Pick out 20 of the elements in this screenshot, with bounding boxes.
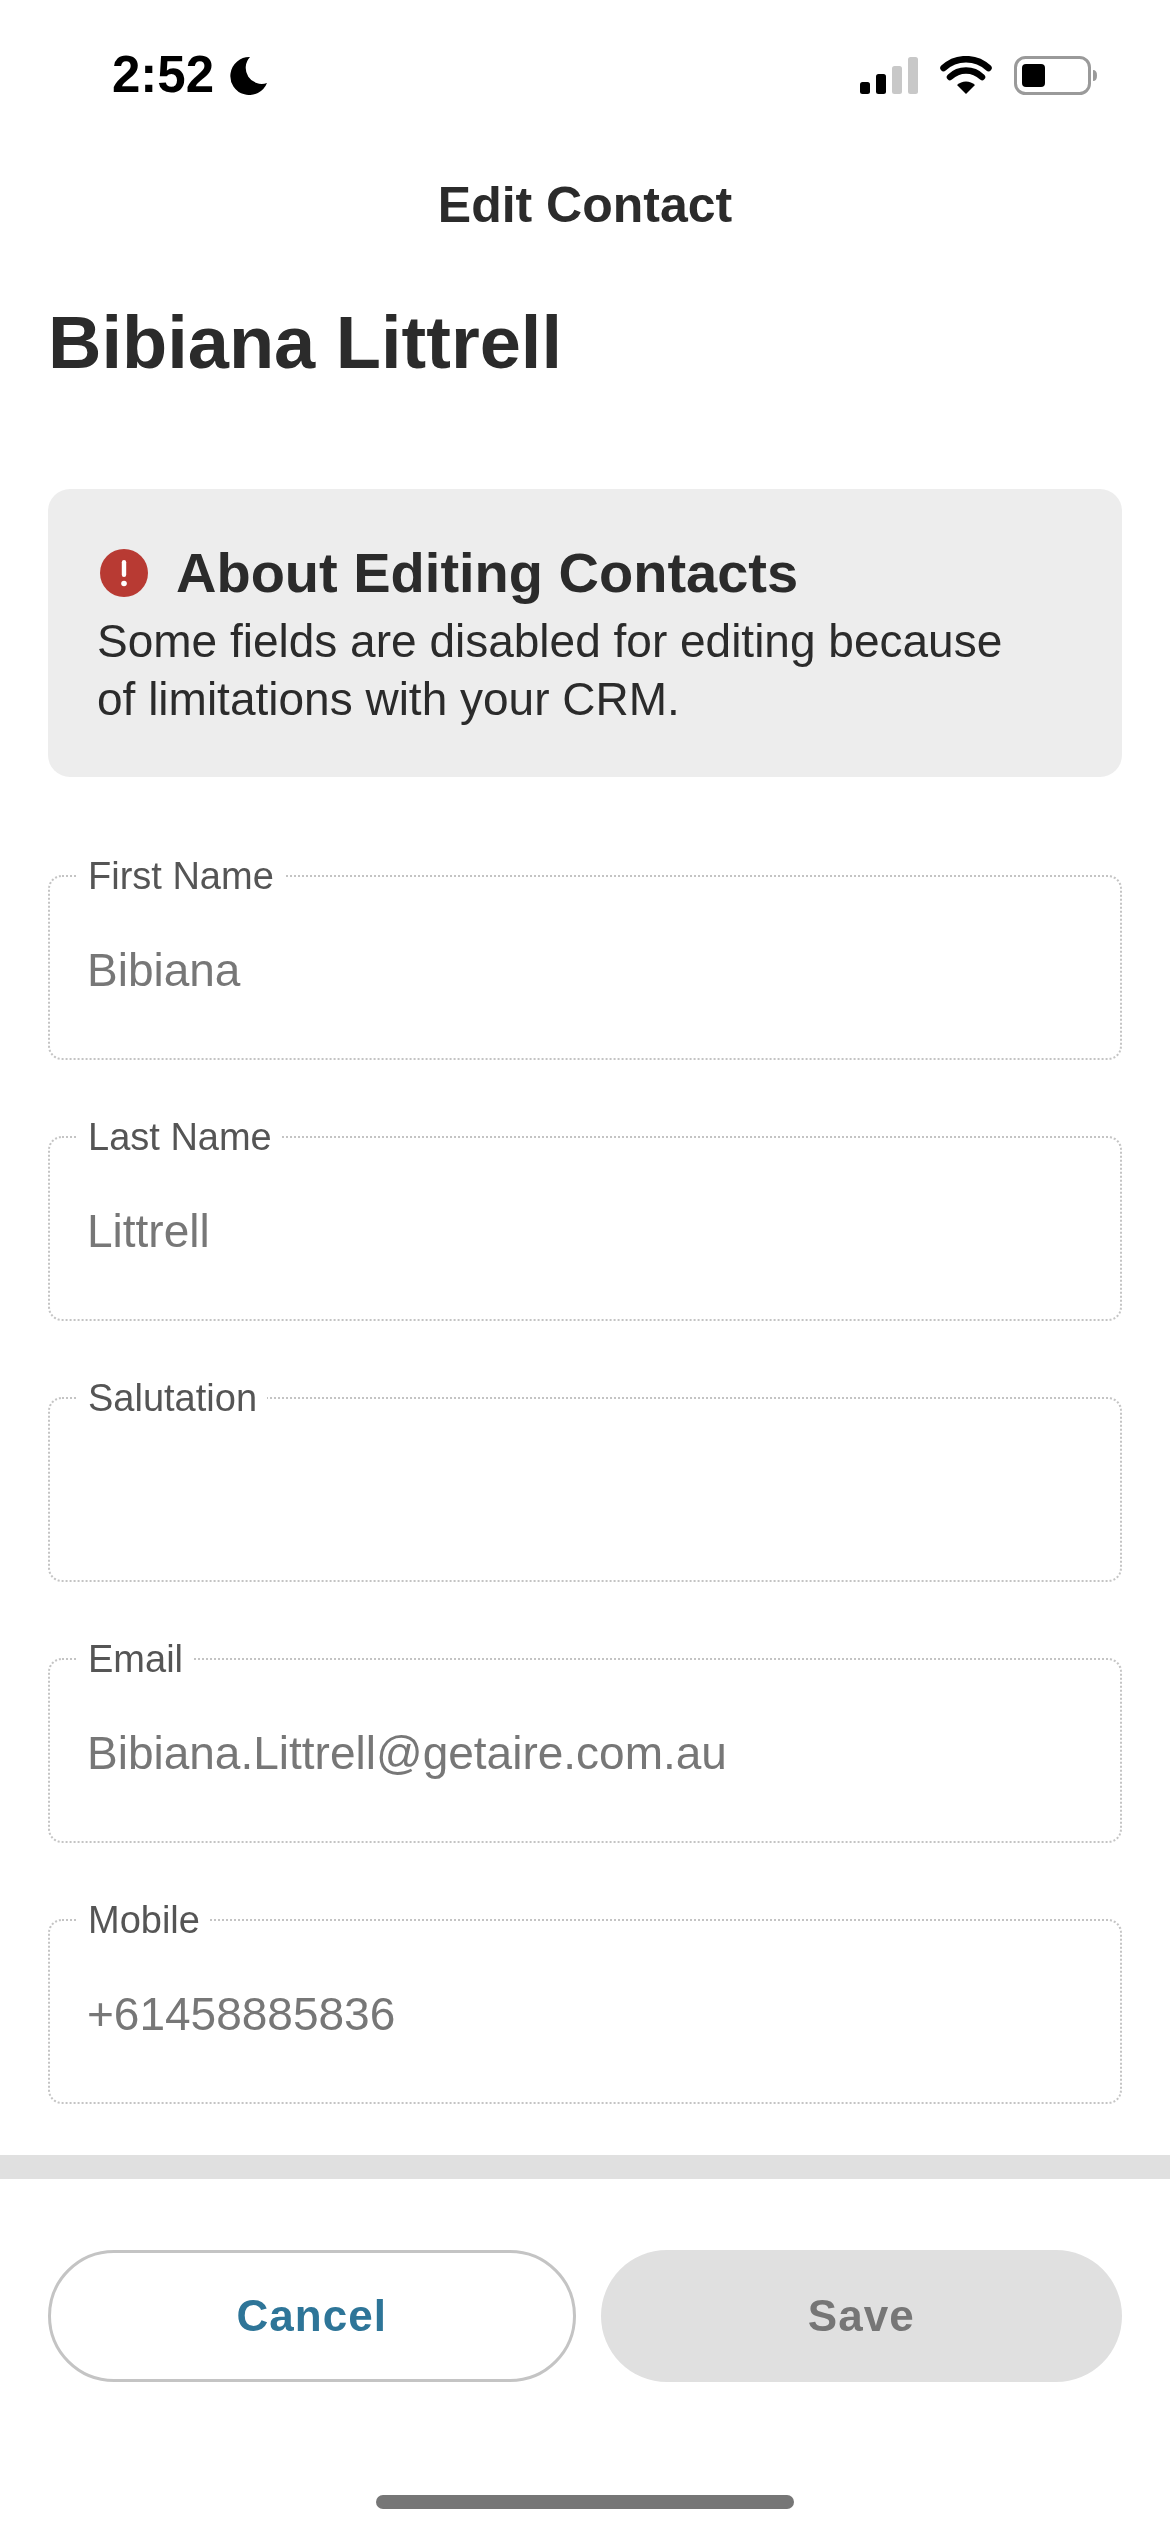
screen-title: Edit Contact [437, 176, 733, 235]
moon-icon [228, 55, 269, 95]
notice-title: About Editing Contacts [176, 540, 799, 606]
field-label: Last Name [87, 1117, 273, 1157]
battery-icon [1014, 55, 1097, 95]
cancel-button[interactable]: Cancel [48, 2250, 576, 2382]
field-value: +61458885836 [87, 1987, 397, 2042]
field-value: Bibiana.Littrell@getaire.com.au [87, 1726, 728, 1781]
notice-text: Some fields are disabled for editing because of limitations with your CRM. [97, 614, 1004, 727]
contact-name: Bibiana Littrell [48, 301, 563, 385]
alert-icon [100, 549, 148, 597]
field-label: First Name [87, 856, 275, 896]
field-label: Mobile [87, 1900, 201, 1940]
status-time: 2:52 [112, 47, 215, 103]
wifi-icon [940, 56, 992, 94]
field-value: Bibiana [87, 943, 242, 998]
field-value: Littrell [87, 1204, 211, 1259]
field-label: Salutation [87, 1378, 258, 1418]
signal-icon [860, 56, 918, 94]
field-label: Email [87, 1639, 185, 1679]
